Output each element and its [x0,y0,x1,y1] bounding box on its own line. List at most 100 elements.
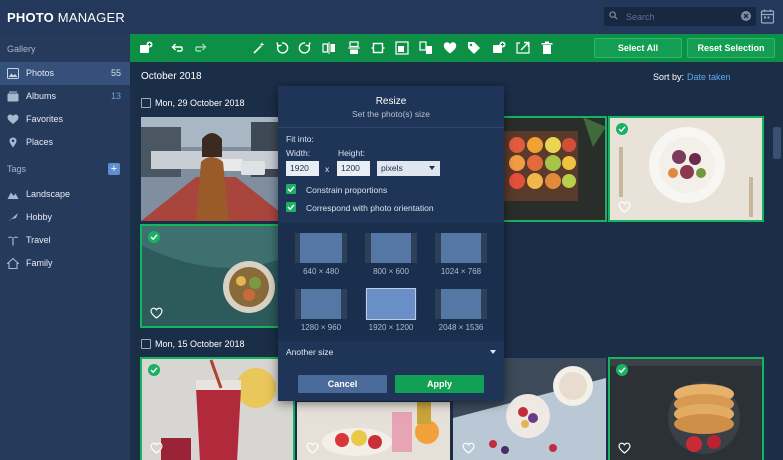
constrain-checkbox[interactable] [286,184,296,194]
sidebar-item-label: Travel [26,235,51,245]
cancel-button[interactable]: Cancel [298,375,387,393]
photo-thumbnail[interactable] [297,402,450,460]
chevron-down-icon [429,166,435,170]
tag-icon[interactable] [467,41,481,55]
preset-640x480[interactable]: 640 × 480 [286,233,356,277]
albums-icon [7,91,19,102]
photo-thumbnail[interactable] [608,116,764,222]
photos-count: 55 [110,68,121,78]
rotate-left-icon[interactable] [275,41,289,55]
sort-label: Sort by: [653,72,685,82]
heart-icon[interactable] [618,201,631,213]
redo-icon[interactable] [194,41,208,55]
select-all-button[interactable]: Select All [594,38,682,58]
preset-label: 1280 × 960 [300,323,342,332]
orientation-label: Correspond with photo orientation [306,203,434,213]
calendar-icon[interactable] [760,8,775,25]
check-icon[interactable] [616,364,628,376]
unit-select[interactable]: pixels [377,161,440,176]
sidebar-item-label: Favorites [26,114,64,124]
sidebar-item-places[interactable]: Places [0,131,130,154]
smoothie-photo [141,358,294,460]
preset-label: 800 × 600 [373,267,409,276]
photo-thumbnail[interactable] [141,117,291,221]
preset-label: 1920 × 1200 [368,323,414,332]
heart-icon[interactable] [618,442,631,454]
undo-icon[interactable] [170,41,184,55]
clear-search-icon[interactable] [741,11,751,21]
width-input[interactable]: 1920 [286,161,319,176]
landscape-icon [7,192,19,199]
sidebar-item-label: Landscape [26,189,71,199]
sidebar-item-landscape[interactable]: Landscape [0,183,130,206]
heart-icon[interactable] [150,307,163,319]
photo-thumbnail[interactable] [608,357,764,460]
sidebar-item-travel[interactable]: Travel [0,229,130,252]
search-input[interactable] [626,10,731,23]
sidebar-item-favorites[interactable]: Favorites [0,108,130,131]
preset-2048x1536[interactable]: 2048 × 1536 [426,289,496,333]
heart-icon[interactable] [462,442,475,454]
height-input[interactable]: 1200 [337,161,370,176]
sidebar-item-photos[interactable]: Photos 55 [0,62,130,85]
map-pin-icon [9,137,17,148]
home-icon [7,258,19,269]
sidebar-item-label: Hobby [26,212,53,222]
sort-dropdown[interactable]: Date taken [687,72,731,82]
preset-1024x768[interactable]: 1024 × 768 [426,233,496,277]
resize-dialog: Resize Set the photo(s) size Fit into: W… [278,86,504,401]
flip-vertical-icon[interactable] [347,41,361,55]
add-to-album-icon[interactable] [139,41,153,55]
dimension-separator: x [325,164,330,174]
sidebar-item-label: Places [26,137,54,147]
breakfast-photo [609,117,763,221]
add-album-icon[interactable] [492,41,506,55]
add-tag-button[interactable]: + [108,163,120,175]
convert-icon[interactable] [419,41,433,55]
tags-heading: Tags [7,164,27,174]
scrollbar[interactable] [773,127,781,159]
photo-thumbnail[interactable] [140,224,292,328]
apply-button[interactable]: Apply [395,375,484,393]
group-checkbox[interactable] [141,339,151,349]
preset-1920x1200[interactable]: 1920 × 1200 [356,288,426,333]
sidebar-item-albums[interactable]: Albums 13 [0,85,130,108]
preset-1280x960[interactable]: 1280 × 960 [286,289,356,333]
sidebar: Gallery Photos 55 Albums 13 Favorites Pl… [0,34,130,460]
heart-icon[interactable] [306,442,319,454]
check-icon[interactable] [616,123,628,135]
magic-wand-icon[interactable] [252,41,266,55]
sidebar-item-hobby[interactable]: Hobby [0,206,130,229]
heart-icon[interactable] [150,442,163,454]
hobby-icon [8,213,18,222]
search-box[interactable] [604,7,756,26]
dialog-subtitle: Set the photo(s) size [352,109,430,119]
photos-icon [7,68,19,79]
favorite-icon[interactable] [443,41,457,55]
title-bar: PHOTO MANAGER [0,0,783,34]
rotate-right-icon[interactable] [298,41,312,55]
check-icon[interactable] [148,231,160,243]
group-date: Mon, 15 October 2018 [155,339,245,349]
share-icon[interactable] [516,41,530,55]
divider [278,127,504,128]
preset-800x600[interactable]: 800 × 600 [356,233,426,277]
sidebar-item-label: Albums [26,91,57,101]
preset-label: 2048 × 1536 [438,323,484,332]
delete-icon[interactable] [540,41,554,55]
group-checkbox[interactable] [141,98,151,108]
orientation-checkbox[interactable] [286,202,296,212]
preset-label: 1024 × 768 [440,267,482,276]
height-label: Height: [338,148,365,158]
flip-horizontal-icon[interactable] [322,41,336,55]
resize-icon[interactable] [395,41,409,55]
check-icon[interactable] [148,364,160,376]
albums-count: 13 [110,91,121,101]
sidebar-item-family[interactable]: Family [0,252,130,275]
constrain-label: Constrain proportions [306,185,388,195]
sidebar-item-label: Family [26,258,53,268]
photo-thumbnail[interactable] [140,357,295,460]
reset-selection-button[interactable]: Reset Selection [687,38,775,58]
another-size-dropdown[interactable]: Another size [278,341,504,363]
crop-icon[interactable] [371,41,385,55]
